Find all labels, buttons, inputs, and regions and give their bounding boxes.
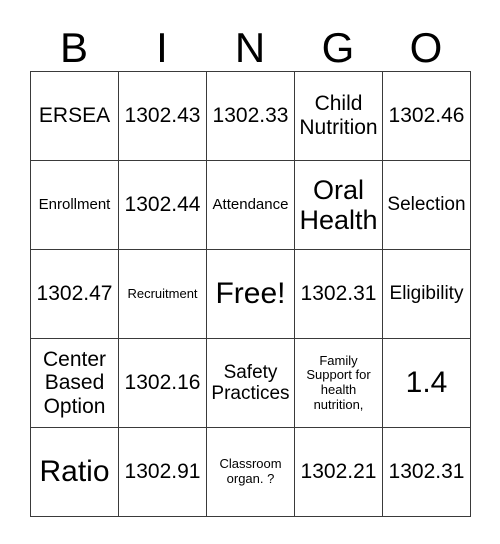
- bingo-cell[interactable]: Recruitment: [118, 249, 207, 339]
- bingo-row: Ratio 1302.91 Classroom organ. ? 1302.21 130…: [30, 427, 471, 517]
- bingo-cell[interactable]: Attendance: [206, 160, 295, 250]
- bingo-grid: ERSEA 1302.43 1302.33 Child Nutrition 1302.4…: [30, 71, 471, 517]
- bingo-grid-body: ERSEA 1302.43 1302.33 Child Nutrition 1302.4…: [30, 71, 471, 517]
- bingo-header-letter-o: O: [409, 24, 443, 71]
- bingo-cell[interactable]: ERSEA: [30, 71, 119, 161]
- bingo-cell[interactable]: Selection: [382, 160, 471, 250]
- bingo-cell[interactable]: Ratio: [30, 427, 119, 517]
- bingo-header: BINGO: [30, 14, 470, 71]
- bingo-cell[interactable]: 1302.46: [382, 71, 471, 161]
- bingo-card: B I N G O ERSEA 1302.43 1302.33 Child Nutrition…: [0, 0, 500, 544]
- bingo-cell[interactable]: 1302.33: [206, 71, 295, 161]
- bingo-header-letter-i: I: [156, 24, 168, 71]
- bingo-cell[interactable]: 1.4: [382, 338, 471, 428]
- bingo-cell[interactable]: Classroom organ. ?: [206, 427, 295, 517]
- bingo-header-letter-g: G: [321, 24, 355, 71]
- bingo-cell[interactable]: Safety Practices: [206, 338, 295, 428]
- bingo-header-letter-n: N: [234, 24, 266, 71]
- bingo-cell[interactable]: 1302.91: [118, 427, 207, 517]
- bingo-cell[interactable]: 1302.31: [294, 249, 383, 339]
- bingo-row: ERSEA 1302.43 1302.33 Child Nutrition 1302.4…: [30, 71, 471, 161]
- bingo-cell[interactable]: Enrollment: [30, 160, 119, 250]
- bingo-row: Center Based Option 1302.16 Safety Practic…: [30, 338, 471, 428]
- bingo-cell[interactable]: 1302.31: [382, 427, 471, 517]
- bingo-row: Enrollment 1302.44 Attendance Oral Health Se…: [30, 160, 471, 250]
- bingo-cell[interactable]: 1302.43: [118, 71, 207, 161]
- bingo-row: 1302.47 Recruitment Free! 1302.31 Eligibilit…: [30, 249, 471, 339]
- bingo-cell[interactable]: Oral Health: [294, 160, 383, 250]
- bingo-cell-free-space[interactable]: Free!: [206, 249, 295, 339]
- bingo-cell[interactable]: 1302.16: [118, 338, 207, 428]
- bingo-cell[interactable]: Eligibility: [382, 249, 471, 339]
- bingo-cell[interactable]: 1302.44: [118, 160, 207, 250]
- bingo-cell[interactable]: Family Support for health nutrition,: [294, 338, 383, 428]
- bingo-cell[interactable]: 1302.47: [30, 249, 119, 339]
- bingo-header-letter-b: B: [59, 24, 88, 71]
- bingo-cell[interactable]: Center Based Option: [30, 338, 119, 428]
- bingo-cell[interactable]: Child Nutrition: [294, 71, 383, 161]
- bingo-cell[interactable]: 1302.21: [294, 427, 383, 517]
